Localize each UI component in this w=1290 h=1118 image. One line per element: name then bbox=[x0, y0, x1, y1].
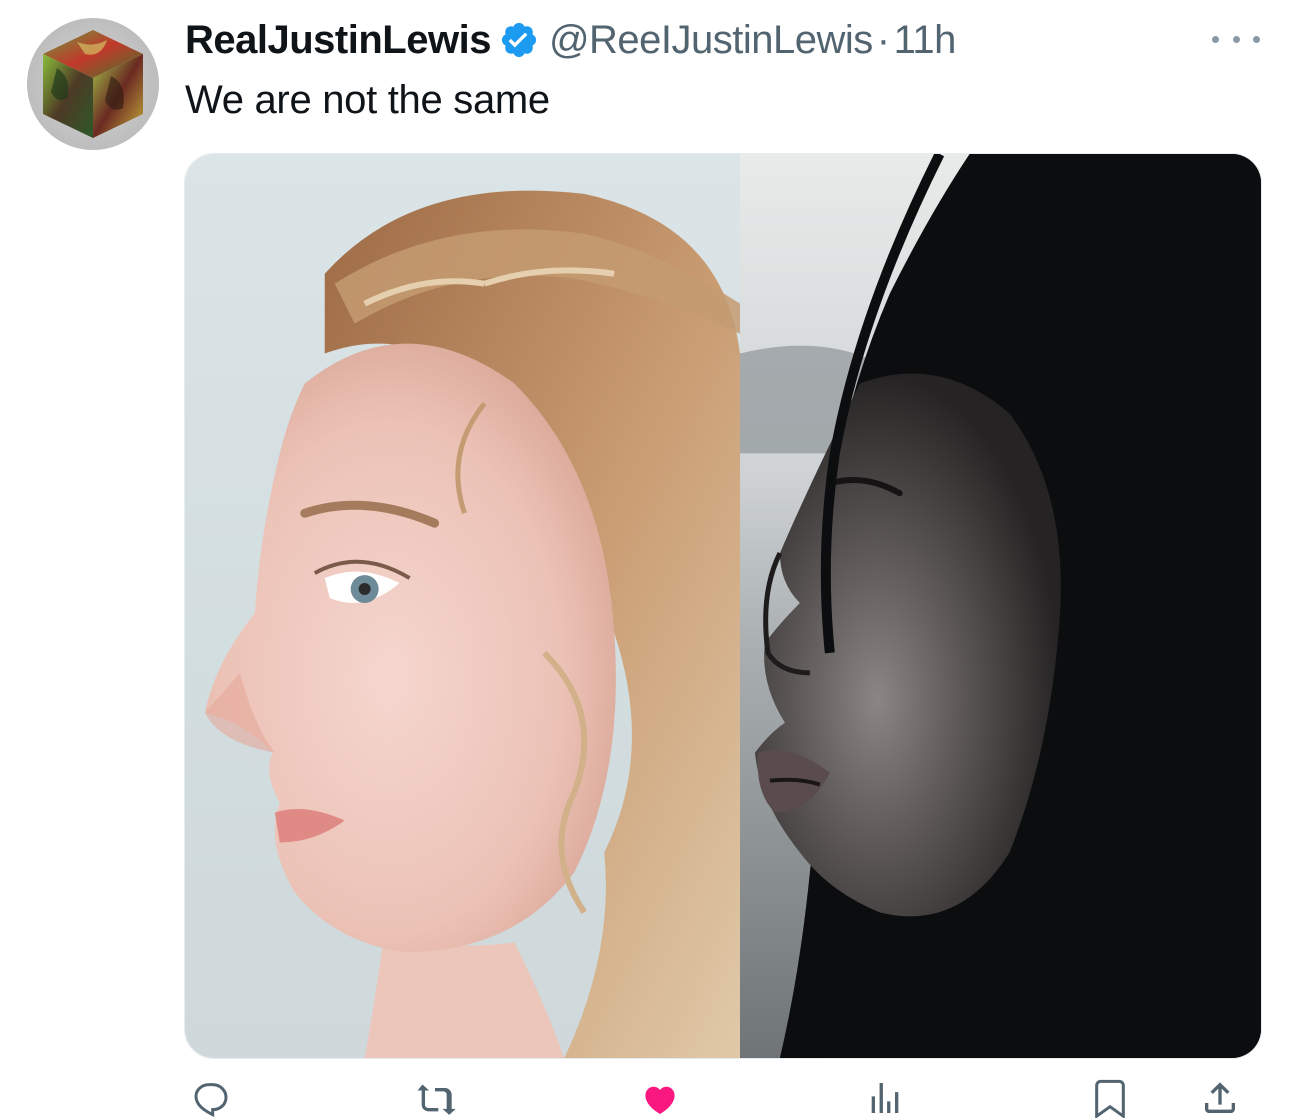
cube-avatar-icon bbox=[43, 30, 143, 138]
share-button[interactable] bbox=[1200, 1078, 1240, 1118]
retweet-button[interactable] bbox=[415, 1078, 455, 1118]
views-button[interactable] bbox=[865, 1078, 905, 1118]
avatar[interactable] bbox=[27, 18, 159, 150]
separator-dot: · bbox=[876, 18, 890, 62]
retweet-icon bbox=[417, 1084, 455, 1115]
share-icon bbox=[1205, 1082, 1235, 1113]
tweet[interactable]: RealJustinLewis @ReeIJustinLewis · 11h W… bbox=[0, 0, 1290, 1118]
heart-icon bbox=[645, 1086, 675, 1114]
timestamp[interactable]: 11h bbox=[894, 14, 957, 66]
woman-profile-light-photo[interactable] bbox=[185, 154, 740, 1058]
tweet-text: We are not the same bbox=[185, 78, 550, 122]
more-options-icon[interactable] bbox=[1208, 24, 1264, 54]
bar-chart-icon bbox=[871, 1083, 899, 1113]
tweet-actions-bar bbox=[185, 1078, 1265, 1118]
bookmark-button[interactable] bbox=[1090, 1078, 1130, 1118]
handle[interactable]: @ReeIJustinLewis bbox=[549, 14, 873, 66]
reply-icon bbox=[194, 1083, 228, 1118]
reply-button[interactable] bbox=[191, 1078, 231, 1118]
display-name[interactable]: RealJustinLewis bbox=[185, 14, 491, 66]
tweet-header: RealJustinLewis @ReeIJustinLewis · 11h bbox=[185, 14, 956, 66]
bookmark-icon bbox=[1095, 1079, 1125, 1118]
tweet-media[interactable] bbox=[184, 153, 1262, 1059]
like-button[interactable] bbox=[640, 1078, 680, 1118]
verified-badge-icon[interactable] bbox=[499, 20, 539, 60]
woman-profile-dark-photo[interactable] bbox=[739, 154, 1261, 1058]
